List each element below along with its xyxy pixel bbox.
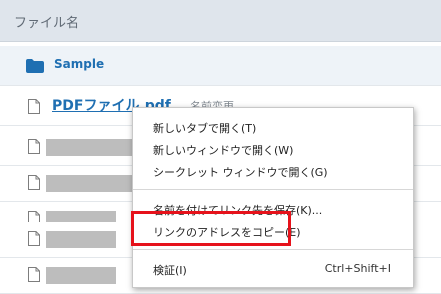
- menu-separator: [133, 249, 413, 250]
- folder-row[interactable]: Sample: [0, 46, 441, 86]
- menu-separator: [133, 189, 413, 190]
- redacted-filename: [46, 231, 116, 248]
- menu-item-label: 新しいタブで開く(T): [153, 122, 257, 135]
- menu-item-label: シークレット ウィンドウで開く(G): [153, 166, 328, 179]
- file-icon: [28, 175, 40, 194]
- menu-item-label: 新しいウィンドウで開く(W): [153, 144, 294, 157]
- menu-item-open-new-window[interactable]: 新しいウィンドウで開く(W): [133, 138, 413, 160]
- file-icon: [28, 267, 40, 286]
- file-icon: [28, 231, 40, 250]
- menu-item-inspect[interactable]: 検証(I) Ctrl+Shift+I: [133, 258, 413, 280]
- file-list-header: ファイル名: [0, 0, 441, 42]
- context-menu: 新しいタブで開く(T) 新しいウィンドウで開く(W) シークレット ウィンドウで…: [132, 107, 414, 288]
- menu-item-shortcut: Ctrl+Shift+I: [324, 262, 391, 275]
- redacted-filename: [46, 139, 140, 156]
- menu-item-open-incognito[interactable]: シークレット ウィンドウで開く(G): [133, 160, 413, 182]
- redacted-filename: [46, 267, 116, 284]
- file-icon: [28, 139, 40, 158]
- folder-name-link[interactable]: Sample: [54, 57, 104, 71]
- menu-item-label: 検証(I): [153, 264, 187, 277]
- highlight-box: [131, 211, 291, 246]
- redacted-filename: [46, 175, 140, 192]
- menu-item-open-new-tab[interactable]: 新しいタブで開く(T): [133, 116, 413, 138]
- column-header-filename[interactable]: ファイル名: [14, 12, 79, 31]
- file-icon: [28, 99, 40, 118]
- folder-icon: [26, 58, 44, 77]
